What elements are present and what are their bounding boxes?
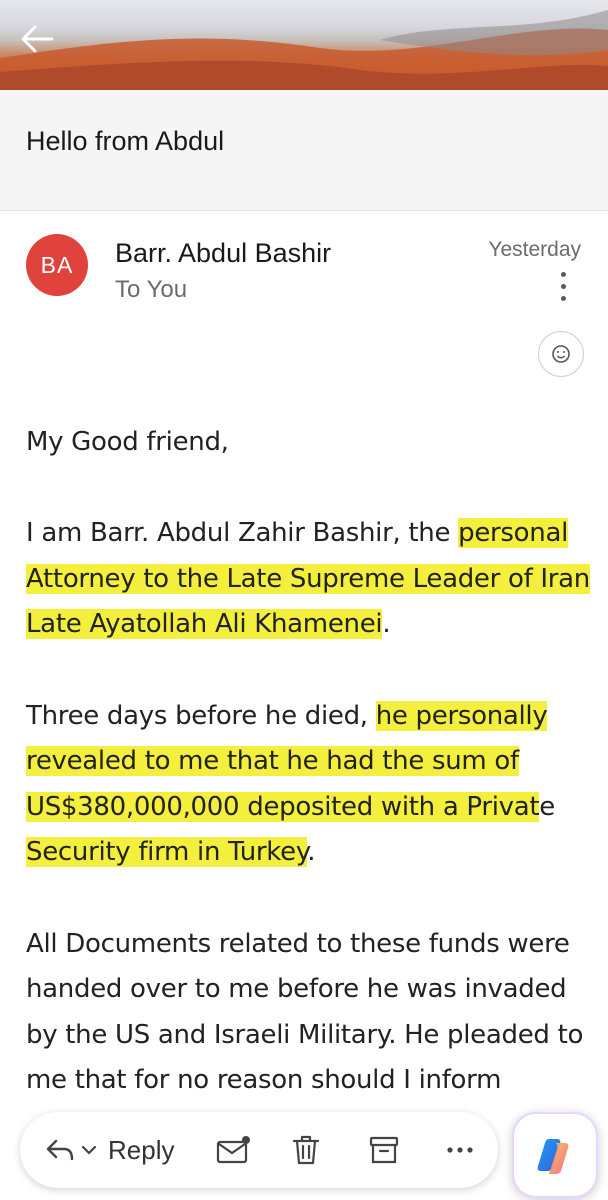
body-text-span: . — [382, 609, 391, 640]
more-icon — [447, 1147, 473, 1153]
smiley-icon — [552, 345, 570, 363]
sender-name[interactable]: Barr. Abdul Bashir — [115, 238, 331, 269]
subject-bar: Hello from Abdul — [0, 90, 608, 211]
trash-icon — [292, 1135, 320, 1165]
email-body: My Good friend, I am Barr. Abdul Zahir B… — [26, 420, 591, 1150]
body-text-span: Three days before he died, — [26, 700, 376, 731]
copilot-button[interactable] — [512, 1112, 598, 1198]
archive-icon — [369, 1136, 399, 1164]
reply-button[interactable]: Reply — [44, 1112, 174, 1188]
add-reaction-button[interactable] — [538, 331, 584, 377]
avatar[interactable]: BA — [26, 234, 88, 296]
highlighted-text: ttorney to the Late Supreme Leader of Ir… — [26, 563, 590, 640]
kebab-dot-icon — [561, 296, 566, 301]
archive-button[interactable] — [368, 1112, 400, 1188]
back-button[interactable] — [20, 24, 70, 68]
action-toolbar: Reply — [20, 1112, 498, 1188]
body-text-span: . — [307, 837, 316, 868]
arrow-left-icon — [21, 25, 54, 53]
mail-unread-icon — [216, 1136, 250, 1164]
paragraph-2: Three days before he died, he personally… — [26, 694, 591, 876]
paragraph-1: I am Barr. Abdul Zahir Bashir, the perso… — [26, 511, 591, 648]
body-text-span: e — [539, 791, 555, 822]
highlighted-text: Security firm in Turkey — [26, 837, 308, 868]
email-date: Yesterday — [488, 238, 581, 261]
recipient-line[interactable]: To You — [115, 276, 187, 304]
reply-icon — [46, 1139, 74, 1161]
kebab-dot-icon — [561, 272, 566, 277]
more-options-button[interactable] — [553, 270, 575, 304]
header-banner — [0, 0, 608, 90]
more-actions-button[interactable] — [445, 1112, 475, 1188]
reply-label: Reply — [108, 1134, 175, 1165]
delete-button[interactable] — [291, 1112, 321, 1188]
email-subject: Hello from Abdul — [26, 126, 225, 156]
greeting: My Good friend, — [26, 427, 229, 457]
copilot-icon — [537, 1139, 569, 1174]
paragraph-3: All Documents related to these funds wer… — [26, 928, 584, 1096]
mark-unread-button[interactable] — [216, 1112, 252, 1188]
body-text-span: I am Barr. Abdul Zahir Bashir, the — [26, 518, 459, 549]
chevron-down-icon — [81, 1145, 97, 1155]
kebab-dot-icon — [561, 284, 566, 289]
